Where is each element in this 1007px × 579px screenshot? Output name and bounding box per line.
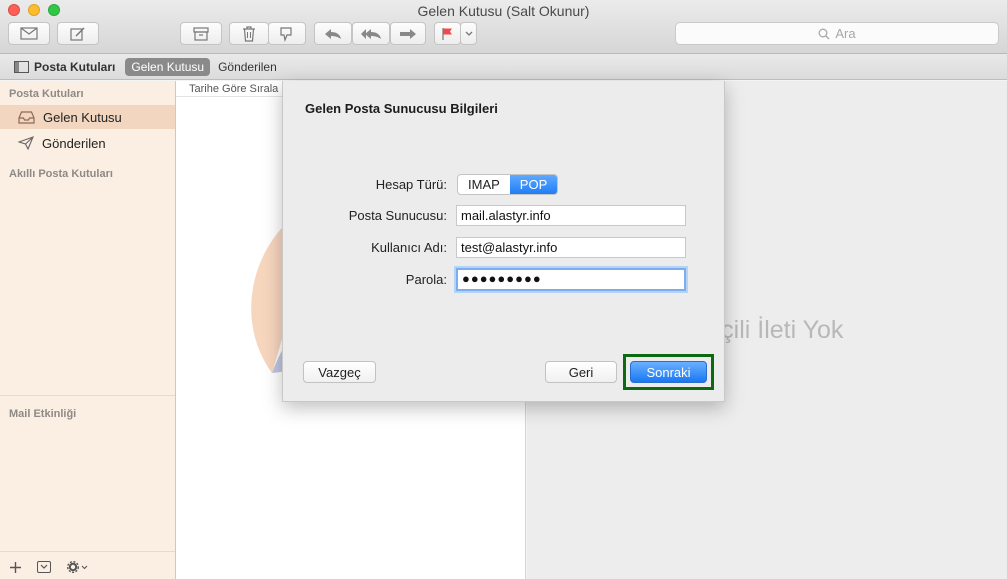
account-type-pop-option[interactable]: POP: [509, 175, 558, 194]
archive-icon: [193, 26, 209, 41]
sidebar: Posta Kutuları Gelen Kutusu Gönderilen A…: [0, 81, 176, 579]
mailboxes-heading[interactable]: Posta Kutuları: [9, 88, 84, 100]
sidebar-actions: [10, 561, 89, 573]
search-placeholder: Ara: [835, 26, 856, 41]
incoming-server-dialog: Gelen Posta Sunucusu Bilgileri Hesap Tür…: [282, 81, 725, 402]
sidebar-divider: [0, 551, 175, 552]
junk-button[interactable]: [268, 22, 306, 45]
account-type-imap-option[interactable]: IMAP: [458, 175, 510, 194]
archive-button[interactable]: [180, 22, 222, 45]
mailbox-action-icon[interactable]: [37, 561, 51, 573]
username-label: Kullanıcı Adı:: [371, 240, 447, 255]
new-message-button[interactable]: [57, 22, 99, 45]
mail-window: Gelen Kutusu (Salt Okunur) Ara Posta Kut…: [0, 0, 1007, 579]
delete-button[interactable]: [229, 22, 269, 45]
sidebar-item-sent[interactable]: Gönderilen: [0, 131, 175, 155]
flag-menu-button[interactable]: [460, 22, 477, 45]
flag-icon: [441, 27, 452, 40]
search-field[interactable]: Ara: [675, 22, 999, 45]
back-button[interactable]: Geri: [545, 361, 617, 383]
password-input[interactable]: ●●●●●●●●●: [456, 268, 686, 291]
mail-activity-heading: Mail Etkinliği: [9, 408, 77, 420]
trash-icon: [243, 25, 255, 42]
sidebar-icon: [14, 60, 29, 73]
next-button-highlight: [623, 354, 714, 390]
forward-icon: [400, 28, 416, 39]
cancel-button[interactable]: Vazgeç: [303, 361, 376, 383]
dialog-title: Gelen Posta Sunucusu Bilgileri: [305, 101, 498, 116]
toolbar: Gelen Kutusu (Salt Okunur) Ara: [0, 0, 1007, 54]
sidebar-item-label: Gelen Kutusu: [43, 109, 122, 125]
mailboxes-label: Posta Kutuları: [34, 59, 116, 74]
junk-icon: [280, 26, 292, 42]
sent-icon: [18, 136, 34, 150]
mailboxes-toggle-button[interactable]: Posta Kutuları: [14, 60, 115, 74]
window-title: Gelen Kutusu (Salt Okunur): [417, 3, 590, 19]
favorites-bar: Posta Kutuları Gelen Kutusu Gönderilen: [0, 54, 1007, 80]
add-icon[interactable]: [10, 561, 21, 573]
flag-button[interactable]: [434, 22, 461, 45]
server-label: Posta Sunucusu:: [348, 208, 447, 223]
chevron-down-icon: [465, 31, 472, 36]
sidebar-item-label: Gönderilen: [42, 135, 106, 151]
forward-button[interactable]: [390, 22, 426, 45]
reply-icon: [325, 28, 341, 39]
inbox-icon: [18, 110, 35, 124]
favorite-sent[interactable]: Gönderilen: [218, 60, 277, 74]
gear-icon[interactable]: [67, 561, 89, 573]
password-label: Parola:: [405, 272, 447, 287]
favorite-inbox[interactable]: Gelen Kutusu: [125, 57, 211, 76]
account-type-segmented-control[interactable]: IMAP POP: [457, 174, 559, 195]
server-input[interactable]: mail.alastyr.info: [456, 205, 686, 226]
get-mail-button[interactable]: [8, 22, 50, 45]
sidebar-item-inbox[interactable]: Gelen Kutusu: [0, 105, 175, 129]
sort-label: Tarihe Göre Sırala: [189, 83, 279, 95]
reply-all-icon: [361, 28, 381, 39]
new-note-icon: [70, 26, 85, 41]
account-type-label: Hesap Türü:: [375, 177, 447, 192]
compose-icon: [20, 27, 38, 40]
username-input[interactable]: test@alastyr.info: [456, 237, 686, 258]
reply-button[interactable]: [314, 22, 352, 45]
reply-all-button[interactable]: [352, 22, 390, 45]
sidebar-divider: [0, 395, 175, 396]
smart-mailboxes-heading[interactable]: Akıllı Posta Kutuları: [9, 168, 113, 180]
search-icon: [818, 28, 830, 39]
